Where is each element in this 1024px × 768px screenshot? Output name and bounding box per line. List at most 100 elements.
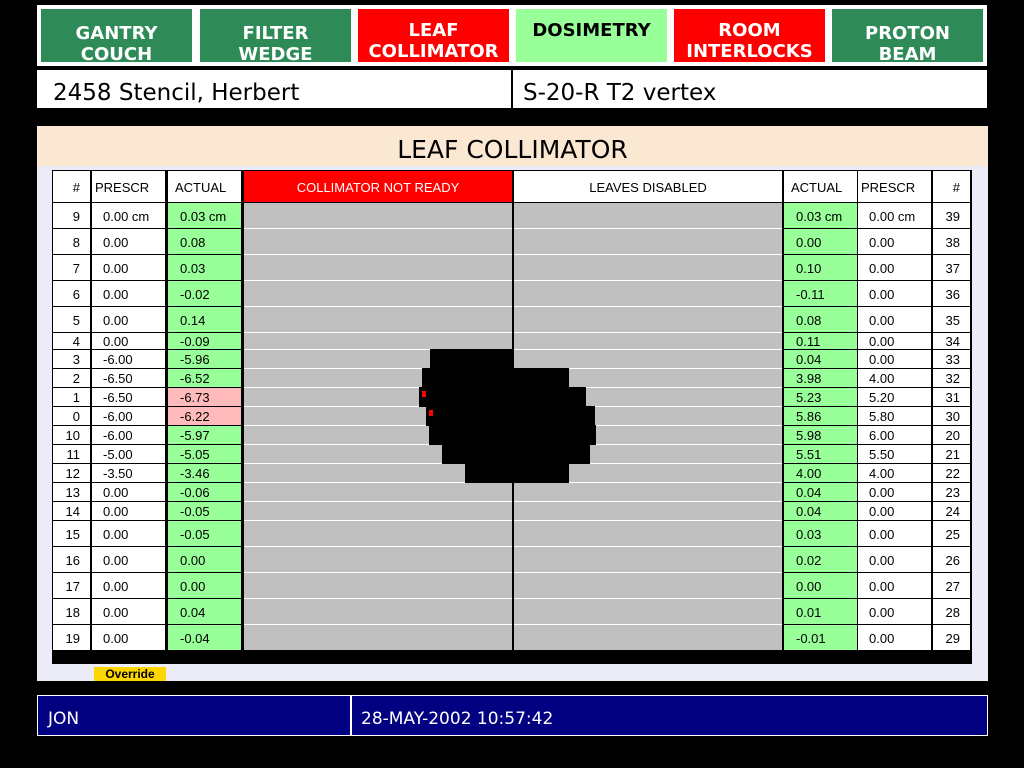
- leaf-number-right: 37: [933, 255, 970, 280]
- leaf-number-left: 4: [53, 333, 90, 349]
- aperture-opening: [422, 368, 569, 388]
- leaf-prescribed-left: 0.00: [92, 521, 165, 546]
- leaf-actual-left: -6.22: [168, 407, 241, 425]
- leaf-actual-left: 0.04: [168, 599, 241, 624]
- leaf-prescribed-left: 0.00: [92, 307, 165, 332]
- leaf-actual-right: 0.00: [784, 229, 857, 254]
- leaf-number-right: 26: [933, 547, 970, 572]
- leaves-disabled-status: LEAVES DISABLED: [514, 171, 782, 202]
- aperture-opening: [442, 444, 590, 464]
- leaf-actual-right: 3.98: [784, 369, 857, 387]
- leaf-prescribed-right: 5.80: [858, 407, 931, 425]
- leaf-actual-right: 5.86: [784, 407, 857, 425]
- tab-room[interactable]: ROOM INTERLOCKS: [674, 9, 825, 62]
- leaf-actual-left: -5.05: [168, 445, 241, 463]
- leaf-number-right: 29: [933, 625, 970, 650]
- leaf-prescribed-left: 0.00: [92, 625, 165, 650]
- leaf-number-left: 16: [53, 547, 90, 572]
- leaf-prescribed-right: 0.00: [858, 573, 931, 598]
- leaf-row-separator: [244, 501, 512, 502]
- leaf-actual-left: -0.06: [168, 483, 241, 501]
- leaf-prescribed-right: 0.00: [858, 599, 931, 624]
- leaf-prescribed-right: 0.00: [858, 333, 931, 349]
- header-prescr-left: PRESCR: [92, 171, 165, 202]
- patient-info-bar: 2458 Stencil, Herbert S-20-R T2 vertex: [37, 70, 987, 108]
- aperture-opening: [426, 406, 595, 426]
- patient-bar-divider: [511, 70, 513, 108]
- leaf-number-right: 32: [933, 369, 970, 387]
- leaf-row-separator: [244, 280, 512, 281]
- leaf-prescribed-left: 0.00: [92, 599, 165, 624]
- leaf-number-right: 21: [933, 445, 970, 463]
- leaf-prescribed-left: -6.00: [92, 350, 165, 368]
- leaf-row-separator: [244, 572, 512, 573]
- leaf-actual-left: -0.05: [168, 521, 241, 546]
- leaf-row-separator: [514, 349, 782, 350]
- status-bar: JON 28-MAY-2002 10:57:42: [37, 695, 988, 736]
- leaf-prescribed-left: -6.50: [92, 388, 165, 406]
- leaf-number-left: 3: [53, 350, 90, 368]
- status-datetime: 28-MAY-2002 10:57:42: [361, 709, 554, 729]
- leaf-number-left: 8: [53, 229, 90, 254]
- leaf-actual-right: 4.00: [784, 464, 857, 482]
- tab-gantry[interactable]: GANTRY COUCH: [41, 9, 192, 65]
- tab-filter[interactable]: FILTER WEDGE: [200, 9, 351, 65]
- leaf-actual-left: 0.14: [168, 307, 241, 332]
- override-button[interactable]: Override: [94, 667, 166, 681]
- leaf-row-separator: [244, 546, 512, 547]
- leaf-number-right: 25: [933, 521, 970, 546]
- leaf-row-separator: [244, 228, 512, 229]
- leaf-actual-right: 0.03: [784, 521, 857, 546]
- leaf-prescribed-left: 0.00: [92, 229, 165, 254]
- leaf-prescribed-right: 5.20: [858, 388, 931, 406]
- aperture-opening: [430, 349, 514, 369]
- tab-label-line1: FILTER: [242, 23, 309, 44]
- tab-label-line1: ROOM: [718, 20, 781, 41]
- leaf-actual-left: -6.52: [168, 369, 241, 387]
- leaf-prescribed-left: -5.00: [92, 445, 165, 463]
- leaf-actual-right: 0.04: [784, 350, 857, 368]
- leaf-number-left: 12: [53, 464, 90, 482]
- leaf-actual-left: 0.00: [168, 573, 241, 598]
- leaf-number-right: 31: [933, 388, 970, 406]
- leaf-prescribed-right: 0.00: [858, 521, 931, 546]
- leaf-number-left: 7: [53, 255, 90, 280]
- leaf-prescribed-right: 0.00: [858, 547, 931, 572]
- tab-dosimetry[interactable]: DOSIMETRY: [516, 9, 667, 62]
- status-bar-divider: [350, 696, 352, 735]
- treatment-field: S-20-R T2 vertex: [523, 80, 717, 106]
- leaf-row-separator: [514, 501, 782, 502]
- aperture-opening: [429, 425, 596, 445]
- tab-label-line2: COLLIMATOR: [368, 41, 499, 62]
- leaf-number-right: 27: [933, 573, 970, 598]
- patient-name: 2458 Stencil, Herbert: [53, 80, 300, 106]
- collimator-not-ready-status: COLLIMATOR NOT READY: [244, 171, 512, 202]
- leaf-prescribed-left: -6.00: [92, 426, 165, 444]
- leaf-actual-left: -5.96: [168, 350, 241, 368]
- leaf-actual-left: -6.73: [168, 388, 241, 406]
- leaf-actual-left: -0.05: [168, 502, 241, 520]
- tab-label-line1: PROTON: [865, 23, 950, 44]
- tab-label-line1: GANTRY: [75, 23, 158, 44]
- leaf-prescribed-right: 0.00: [858, 350, 931, 368]
- leaf-number-left: 6: [53, 281, 90, 306]
- tab-leaf[interactable]: LEAF COLLIMATOR: [358, 9, 509, 62]
- leaf-prescribed-right: 0.00: [858, 483, 931, 501]
- leaf-number-right: 22: [933, 464, 970, 482]
- leaf-row-separator: [244, 332, 512, 333]
- leaf-number-right: 39: [933, 203, 970, 228]
- tab-label-line2: BEAM: [878, 44, 937, 65]
- leaf-prescribed-left: 0.00: [92, 573, 165, 598]
- leaf-actual-right: 0.03 cm: [784, 203, 857, 228]
- tab-proton[interactable]: PROTON BEAM: [832, 9, 983, 65]
- leaf-row-separator: [514, 624, 782, 625]
- leaf-number-left: 5: [53, 307, 90, 332]
- leaf-table: # PRESCR ACTUAL COLLIMATOR NOT READY LEAVES …: [52, 170, 972, 664]
- leaf-actual-left: -3.46: [168, 464, 241, 482]
- leaf-position-error-marker: [429, 410, 433, 416]
- leaf-number-right: 36: [933, 281, 970, 306]
- leaf-actual-left: -0.04: [168, 625, 241, 650]
- leaf-number-right: 34: [933, 333, 970, 349]
- leaf-actual-left: -5.97: [168, 426, 241, 444]
- leaf-row-separator: [244, 624, 512, 625]
